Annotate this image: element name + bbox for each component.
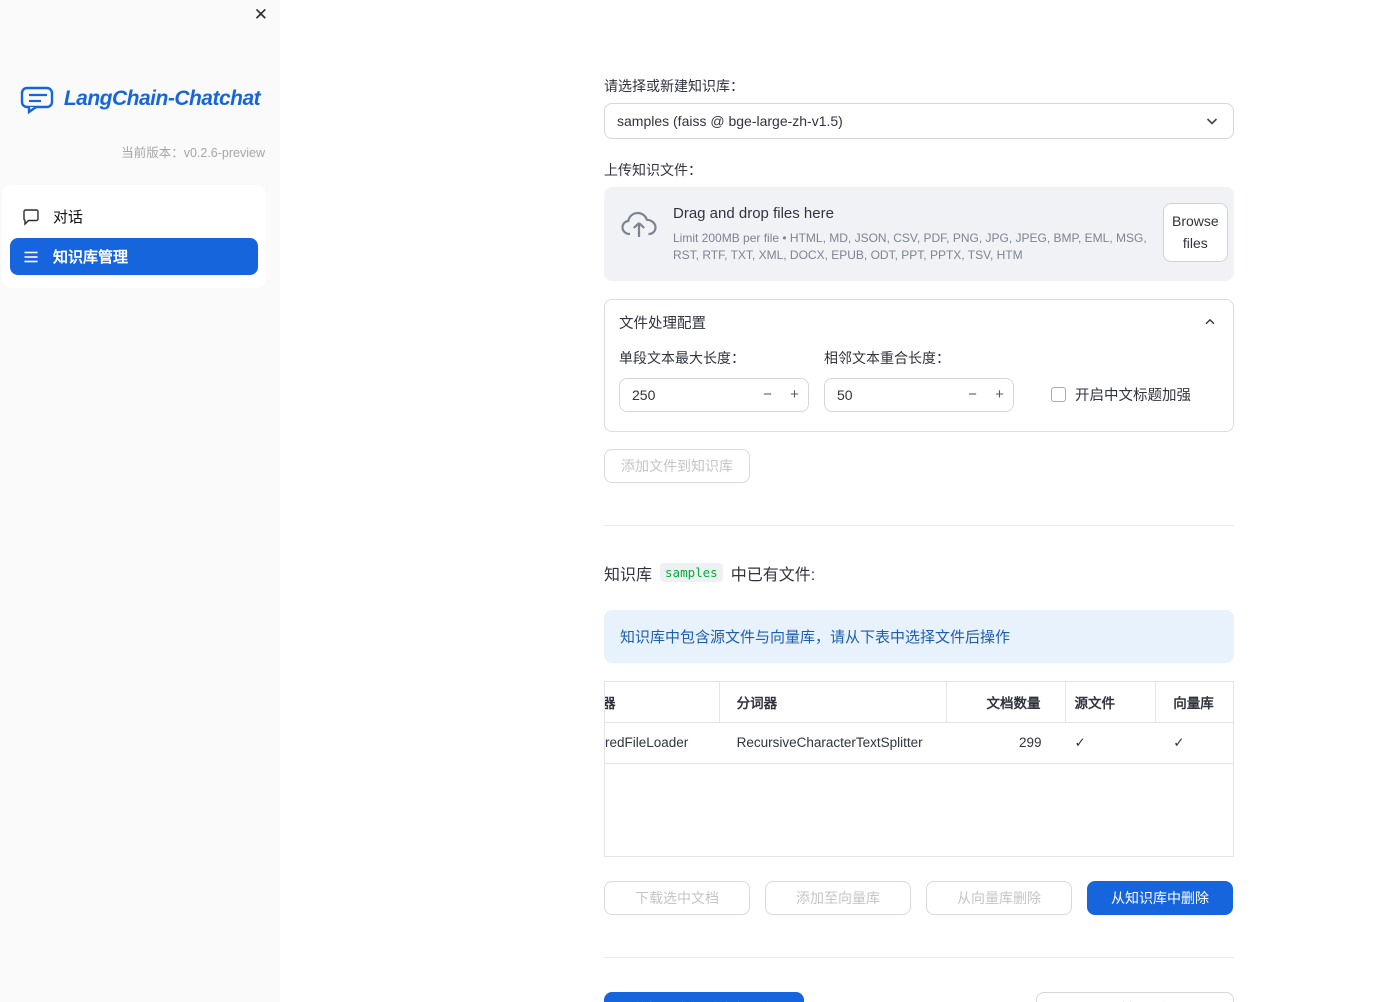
file-config-expander: 文件处理配置 单段文本最大长度： 250 − + 相邻文本重合长度： 50 − …: [604, 298, 1234, 432]
divider: [604, 956, 1234, 958]
decrement-icon[interactable]: −: [959, 379, 986, 411]
upload-label: 上传知识文件：: [604, 162, 702, 178]
main-area: 请选择或新建知识库： samples (faiss @ bge-large-zh…: [280, 0, 1380, 1002]
column-header-vector-store: 向量库: [1173, 695, 1214, 711]
cell-splitter: RecursiveCharacterTextSplitter: [736, 735, 923, 751]
uploader-limit-text: Limit 200MB per file • HTML, MD, JSON, C…: [673, 231, 1147, 263]
decrement-icon[interactable]: −: [754, 379, 781, 411]
download-selected-button[interactable]: 下载选中文档: [604, 880, 750, 915]
kb-files-prefix: 知识库: [604, 566, 653, 584]
overlap-field: 相邻文本重合长度： 50 − +: [824, 348, 1014, 412]
file-dropzone[interactable]: Drag and drop files here Limit 200MB per…: [604, 187, 1234, 281]
uploader-title: Drag and drop files here: [673, 205, 834, 222]
cell-source-check: ✓: [1074, 734, 1086, 750]
browse-files-button[interactable]: Browse files: [1163, 203, 1228, 262]
cloud-upload-icon: [620, 209, 658, 241]
cell-loader: redFileLoader: [605, 735, 689, 751]
increment-icon[interactable]: +: [986, 379, 1013, 411]
kb-bottom-buttons: 依据源文件重建向量库 删除知识库: [604, 991, 1234, 1002]
expander-header[interactable]: 文件处理配置: [605, 300, 1233, 345]
column-header-doc-count: 文档数量: [947, 681, 1066, 722]
kb-page: 请选择或新建知识库： samples (faiss @ bge-large-zh…: [604, 0, 1234, 1002]
zh-title-enhance-label: 开启中文标题加强: [1075, 388, 1191, 405]
chunk-size-field: 单段文本最大长度： 250 − +: [619, 348, 809, 412]
column-header-splitter: 分词器: [720, 681, 947, 722]
column-header-loader-partial: 器: [605, 681, 720, 722]
chunk-size-value[interactable]: 250: [632, 387, 754, 403]
table-row[interactable]: redFileLoader RecursiveCharacterTextSpli…: [605, 723, 1233, 764]
sidebar-item-label: 对话: [53, 209, 84, 226]
kb-select[interactable]: samples (faiss @ bge-large-zh-v1.5): [604, 103, 1234, 139]
zh-title-enhance-row: 开启中文标题加强: [1051, 378, 1191, 412]
overlap-input[interactable]: 50 − +: [824, 377, 1014, 412]
table-header-row: 器 分词器 文档数量 源文件 向量库: [605, 681, 1233, 723]
sidebar-item-dialogue[interactable]: 对话: [10, 198, 258, 235]
table-empty-area: [605, 764, 1233, 856]
logo-chat-icon: [20, 84, 56, 114]
chunk-size-label: 单段文本最大长度：: [619, 349, 745, 366]
overlap-label: 相邻文本重合长度：: [824, 349, 950, 366]
cell-vector-check: ✓: [1173, 734, 1185, 750]
close-sidebar-icon[interactable]: ✕: [254, 6, 268, 23]
sidebar-nav: 对话 知识库管理: [2, 185, 266, 288]
zh-title-enhance-checkbox[interactable]: [1051, 387, 1066, 403]
chevron-up-icon: [1201, 313, 1219, 331]
kb-select-value: samples (faiss @ bge-large-zh-v1.5): [617, 113, 843, 129]
file-action-buttons: 下载选中文档 添加至向量库 从向量库删除 从知识库中删除: [604, 880, 1234, 915]
chat-bubble-icon: [22, 208, 40, 226]
kb-files-heading: 知识库 samples 中已有文件:: [604, 561, 1234, 585]
add-files-to-kb-button[interactable]: 添加文件到知识库: [604, 448, 750, 483]
files-table: 器 分词器 文档数量 源文件 向量库 redFileLoader Recursi…: [604, 680, 1234, 857]
kb-files-suffix: 中已有文件:: [730, 566, 816, 584]
uploader-text-block: Drag and drop files here Limit 200MB per…: [673, 203, 1148, 265]
chevron-down-icon: [1203, 112, 1221, 130]
delete-from-vector-store-button[interactable]: 从向量库删除: [926, 880, 1072, 915]
expander-body: 单段文本最大长度： 250 − + 相邻文本重合长度： 50 − + 开启中文标…: [605, 345, 1233, 431]
version-text: 当前版本：v0.2.6-preview: [121, 146, 265, 160]
add-to-vector-store-button[interactable]: 添加至向量库: [765, 880, 911, 915]
chunk-size-input[interactable]: 250 − +: [619, 377, 809, 412]
kb-select-label: 请选择或新建知识库：: [604, 78, 744, 94]
sidebar-item-kb-manage[interactable]: 知识库管理: [10, 238, 258, 275]
list-icon: [22, 248, 40, 266]
kb-name-code: samples: [660, 563, 723, 583]
increment-icon[interactable]: +: [781, 379, 808, 411]
delete-kb-button[interactable]: 删除知识库: [1036, 991, 1234, 1002]
sidebar: ✕ LangChain-Chatchat 当前版本：v0.2.6-preview…: [0, 0, 280, 1002]
sidebar-item-label: 知识库管理: [53, 249, 129, 266]
info-alert: 知识库中包含源文件与向量库，请从下表中选择文件后操作: [604, 609, 1234, 663]
expander-title: 文件处理配置: [619, 315, 706, 332]
column-header-source-file: 源文件: [1066, 681, 1157, 722]
cell-doc-count: 299: [1018, 735, 1042, 751]
divider: [604, 524, 1234, 526]
delete-from-kb-button[interactable]: 从知识库中删除: [1087, 880, 1233, 915]
logo-wordmark: LangChain-Chatchat: [63, 87, 261, 110]
rebuild-vector-store-button[interactable]: 依据源文件重建向量库: [604, 991, 804, 1002]
overlap-value[interactable]: 50: [837, 387, 959, 403]
app-logo: LangChain-Chatchat: [0, 84, 280, 114]
